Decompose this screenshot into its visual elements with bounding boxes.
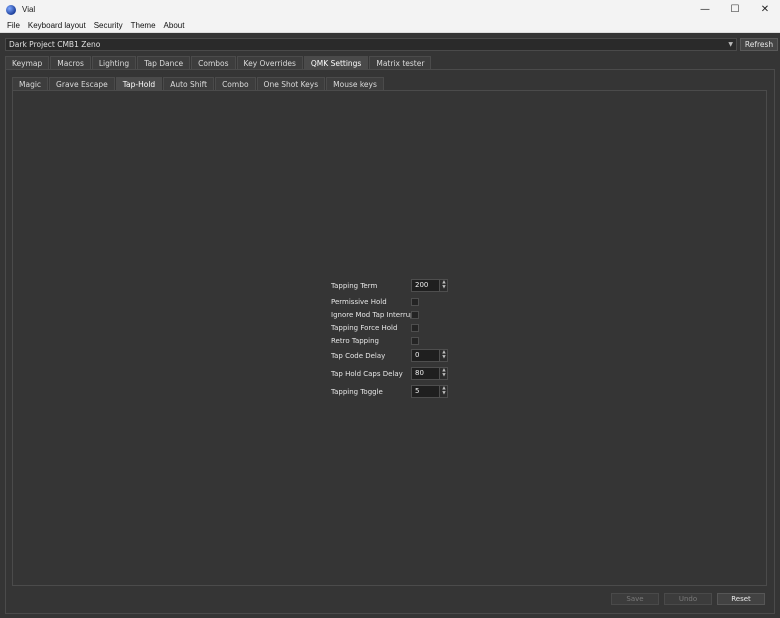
tab-macros[interactable]: Macros	[50, 56, 91, 69]
permissive-hold-checkbox[interactable]	[411, 298, 419, 306]
top-tab-bar: Keymap Macros Lighting Tap Dance Combos …	[5, 56, 432, 69]
chevron-down-icon: ▼	[728, 41, 733, 48]
spin-arrows: ▲ ▼	[439, 386, 447, 397]
setting-retro-tapping: Retro Tapping	[331, 335, 451, 347]
tab-matrix-tester[interactable]: Matrix tester	[369, 56, 432, 69]
spin-arrows: ▲ ▼	[439, 368, 447, 379]
subtab-combo[interactable]: Combo	[215, 77, 256, 90]
spin-down-icon[interactable]: ▼	[441, 391, 447, 396]
tap-hold-caps-delay-value: 80	[415, 369, 424, 377]
device-select[interactable]: Dark Project CMB1 Zeno ▼	[5, 38, 737, 51]
maximize-button[interactable]: ☐	[720, 0, 750, 19]
tap-hold-caps-delay-label: Tap Hold Caps Delay	[331, 370, 403, 378]
spin-down-icon[interactable]: ▼	[441, 373, 447, 378]
subtab-grave-escape[interactable]: Grave Escape	[49, 77, 115, 90]
tab-combos[interactable]: Combos	[191, 56, 236, 69]
save-button[interactable]: Save	[611, 593, 659, 605]
main-area: Dark Project CMB1 Zeno ▼ Refresh Keymap …	[0, 34, 780, 618]
subtab-mouse-keys[interactable]: Mouse keys	[326, 77, 384, 90]
tab-key-overrides[interactable]: Key Overrides	[236, 56, 303, 69]
tapping-force-hold-checkbox[interactable]	[411, 324, 419, 332]
window-controls: — ☐ ✕	[690, 0, 780, 19]
menu-theme[interactable]: Theme	[127, 21, 160, 30]
window-title: Vial	[22, 5, 36, 14]
menu-keyboard-layout[interactable]: Keyboard layout	[24, 21, 90, 30]
close-button[interactable]: ✕	[750, 0, 780, 19]
retro-tapping-checkbox[interactable]	[411, 337, 419, 345]
tap-hold-caps-delay-spinbox[interactable]: 80 ▲ ▼	[411, 367, 448, 380]
spin-down-icon[interactable]: ▼	[441, 355, 447, 360]
tap-code-delay-value: 0	[415, 351, 420, 359]
tapping-toggle-spinbox[interactable]: 5 ▲ ▼	[411, 385, 448, 398]
retro-tapping-label: Retro Tapping	[331, 337, 379, 345]
tab-lighting[interactable]: Lighting	[91, 56, 137, 69]
spin-arrows: ▲ ▼	[439, 280, 447, 291]
undo-button[interactable]: Undo	[664, 593, 712, 605]
setting-tap-code-delay: Tap Code Delay 0 ▲ ▼	[331, 349, 451, 362]
ignore-mod-tap-interrupt-label: Ignore Mod Tap Interrupt	[331, 311, 418, 319]
device-row: Dark Project CMB1 Zeno ▼ Refresh	[5, 38, 778, 51]
tapping-term-spinbox[interactable]: 200 ▲ ▼	[411, 279, 448, 292]
spin-down-icon[interactable]: ▼	[441, 285, 447, 290]
subtab-auto-shift[interactable]: Auto Shift	[163, 77, 215, 90]
reset-button[interactable]: Reset	[717, 593, 765, 605]
tab-qmk-settings[interactable]: QMK Settings	[303, 56, 369, 69]
menu-bar: File Keyboard layout Security Theme Abou…	[0, 19, 780, 33]
tapping-toggle-value: 5	[415, 387, 420, 395]
menu-file[interactable]: File	[3, 21, 24, 30]
subtab-magic[interactable]: Magic	[12, 77, 49, 90]
tap-code-delay-label: Tap Code Delay	[331, 352, 386, 360]
setting-tapping-term: Tapping Term 200 ▲ ▼	[331, 279, 451, 292]
tapping-force-hold-label: Tapping Force Hold	[331, 324, 398, 332]
device-select-value: Dark Project CMB1 Zeno	[9, 40, 101, 49]
app-icon	[6, 4, 16, 15]
menu-security[interactable]: Security	[90, 21, 127, 30]
permissive-hold-label: Permissive Hold	[331, 298, 387, 306]
tab-tap-dance[interactable]: Tap Dance	[137, 56, 191, 69]
minimize-button[interactable]: —	[690, 0, 720, 19]
tapping-toggle-label: Tapping Toggle	[331, 388, 383, 396]
menu-about[interactable]: About	[160, 21, 189, 30]
tapping-term-label: Tapping Term	[331, 282, 378, 290]
setting-permissive-hold: Permissive Hold	[331, 296, 451, 308]
refresh-button[interactable]: Refresh	[740, 38, 778, 51]
spin-arrows: ▲ ▼	[439, 350, 447, 361]
subtab-tap-hold[interactable]: Tap-Hold	[115, 77, 163, 90]
tab-keymap[interactable]: Keymap	[5, 56, 50, 69]
title-bar: Vial — ☐ ✕	[0, 0, 780, 19]
tap-code-delay-spinbox[interactable]: 0 ▲ ▼	[411, 349, 448, 362]
setting-tapping-force-hold: Tapping Force Hold	[331, 322, 451, 334]
setting-tapping-toggle: Tapping Toggle 5 ▲ ▼	[331, 385, 451, 398]
setting-tap-hold-caps-delay: Tap Hold Caps Delay 80 ▲ ▼	[331, 367, 451, 380]
subtab-one-shot-keys[interactable]: One Shot Keys	[256, 77, 326, 90]
setting-ignore-mod-tap-interrupt: Ignore Mod Tap Interrupt	[331, 309, 451, 321]
ignore-mod-tap-interrupt-checkbox[interactable]	[411, 311, 419, 319]
tapping-term-value: 200	[415, 281, 429, 289]
sub-tab-bar: Magic Grave Escape Tap-Hold Auto Shift C…	[12, 77, 385, 90]
